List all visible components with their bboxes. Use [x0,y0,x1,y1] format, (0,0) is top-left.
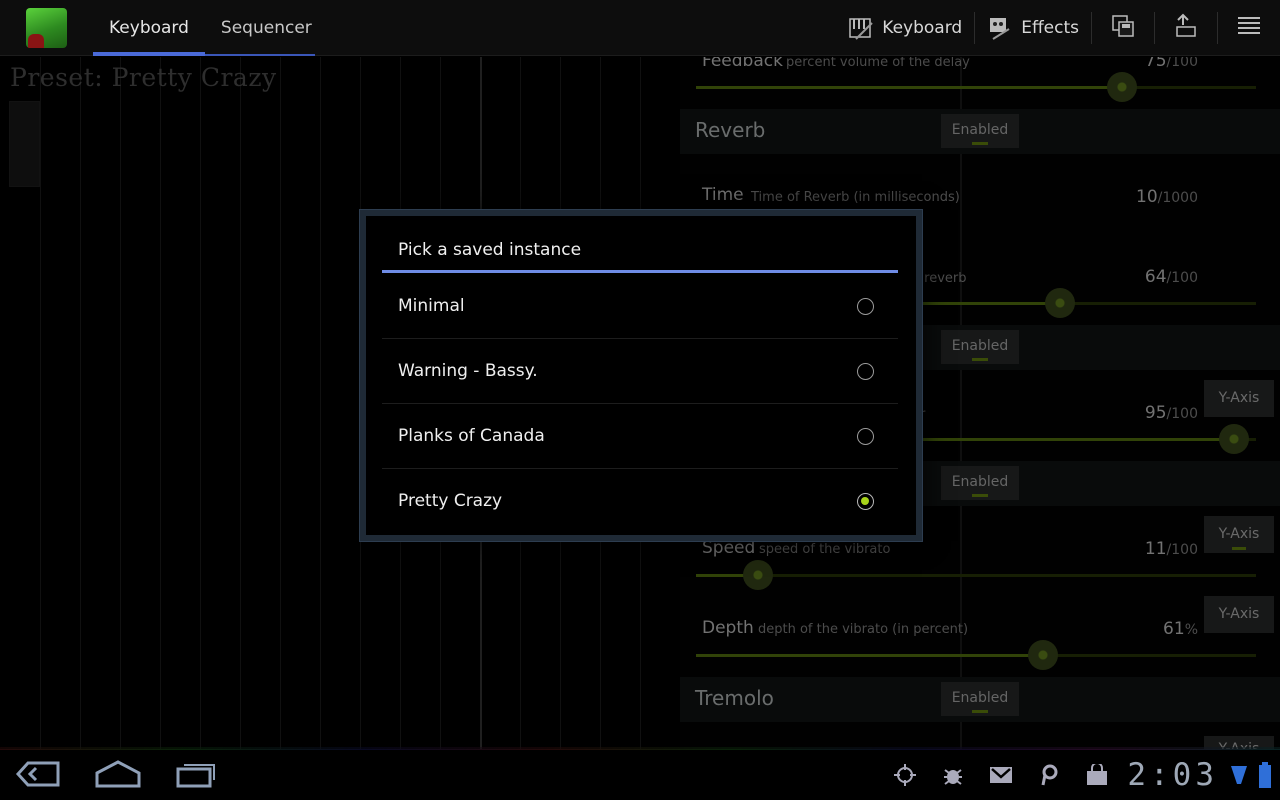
tab-bar: Keyboard Sequencer [93,0,315,56]
overflow-menu-icon [1236,13,1262,43]
option-label: Warning - Bassy. [398,361,538,381]
status-tray[interactable]: 2:03 [881,750,1280,800]
system-bar: 2:03 [0,750,1280,800]
upload-icon [1173,13,1199,43]
signal-icon [1228,750,1250,800]
radio-button[interactable] [857,298,874,315]
home-button[interactable] [88,757,148,795]
save-button[interactable] [1092,0,1154,56]
effects-button[interactable]: Effects [975,0,1091,56]
app-logo-icon[interactable] [26,8,67,48]
option-label: Minimal [398,296,465,316]
tab-sequencer[interactable]: Sequencer [205,0,328,54]
instance-option-pretty-crazy[interactable]: Pretty Crazy [382,469,898,534]
radio-button[interactable] [857,428,874,445]
back-icon [14,759,62,793]
overflow-menu-button[interactable] [1218,0,1280,56]
home-icon [93,759,143,793]
tab-keyboard[interactable]: Keyboard [93,0,205,56]
instance-option-planks-of-canada[interactable]: Planks of Canada [382,404,898,469]
effects-button-label: Effects [1021,18,1079,38]
battery-icon [1250,750,1280,800]
instance-option-minimal[interactable]: Minimal [382,274,898,339]
keyboard-button[interactable]: Keyboard [836,0,974,56]
recent-apps-icon [174,759,218,793]
radio-button[interactable] [857,363,874,380]
market-icon [1073,750,1121,800]
keyboard-button-label: Keyboard [882,18,963,38]
dialog-title: Pick a saved instance [398,240,582,260]
action-bar: Keyboard Sequencer Keyboard Effects [0,0,1280,56]
back-button[interactable] [8,757,68,795]
p-icon [1025,750,1073,800]
gmail-icon [977,750,1025,800]
gps-icon [881,750,929,800]
effects-icon [987,15,1013,41]
clock: 2:03 [1127,757,1218,793]
instance-option-warning-bassy[interactable]: Warning - Bassy. [382,339,898,404]
debug-icon [929,750,977,800]
piano-icon [848,15,874,41]
option-label: Pretty Crazy [398,491,503,511]
radio-button-checked[interactable] [857,493,874,510]
dialog-title-divider [382,270,898,273]
recent-apps-button[interactable] [166,757,226,795]
save-icon [1110,13,1136,43]
option-label: Planks of Canada [398,426,545,446]
pick-instance-dialog: Pick a saved instance Minimal Warning - … [360,210,922,541]
upload-button[interactable] [1155,0,1217,56]
